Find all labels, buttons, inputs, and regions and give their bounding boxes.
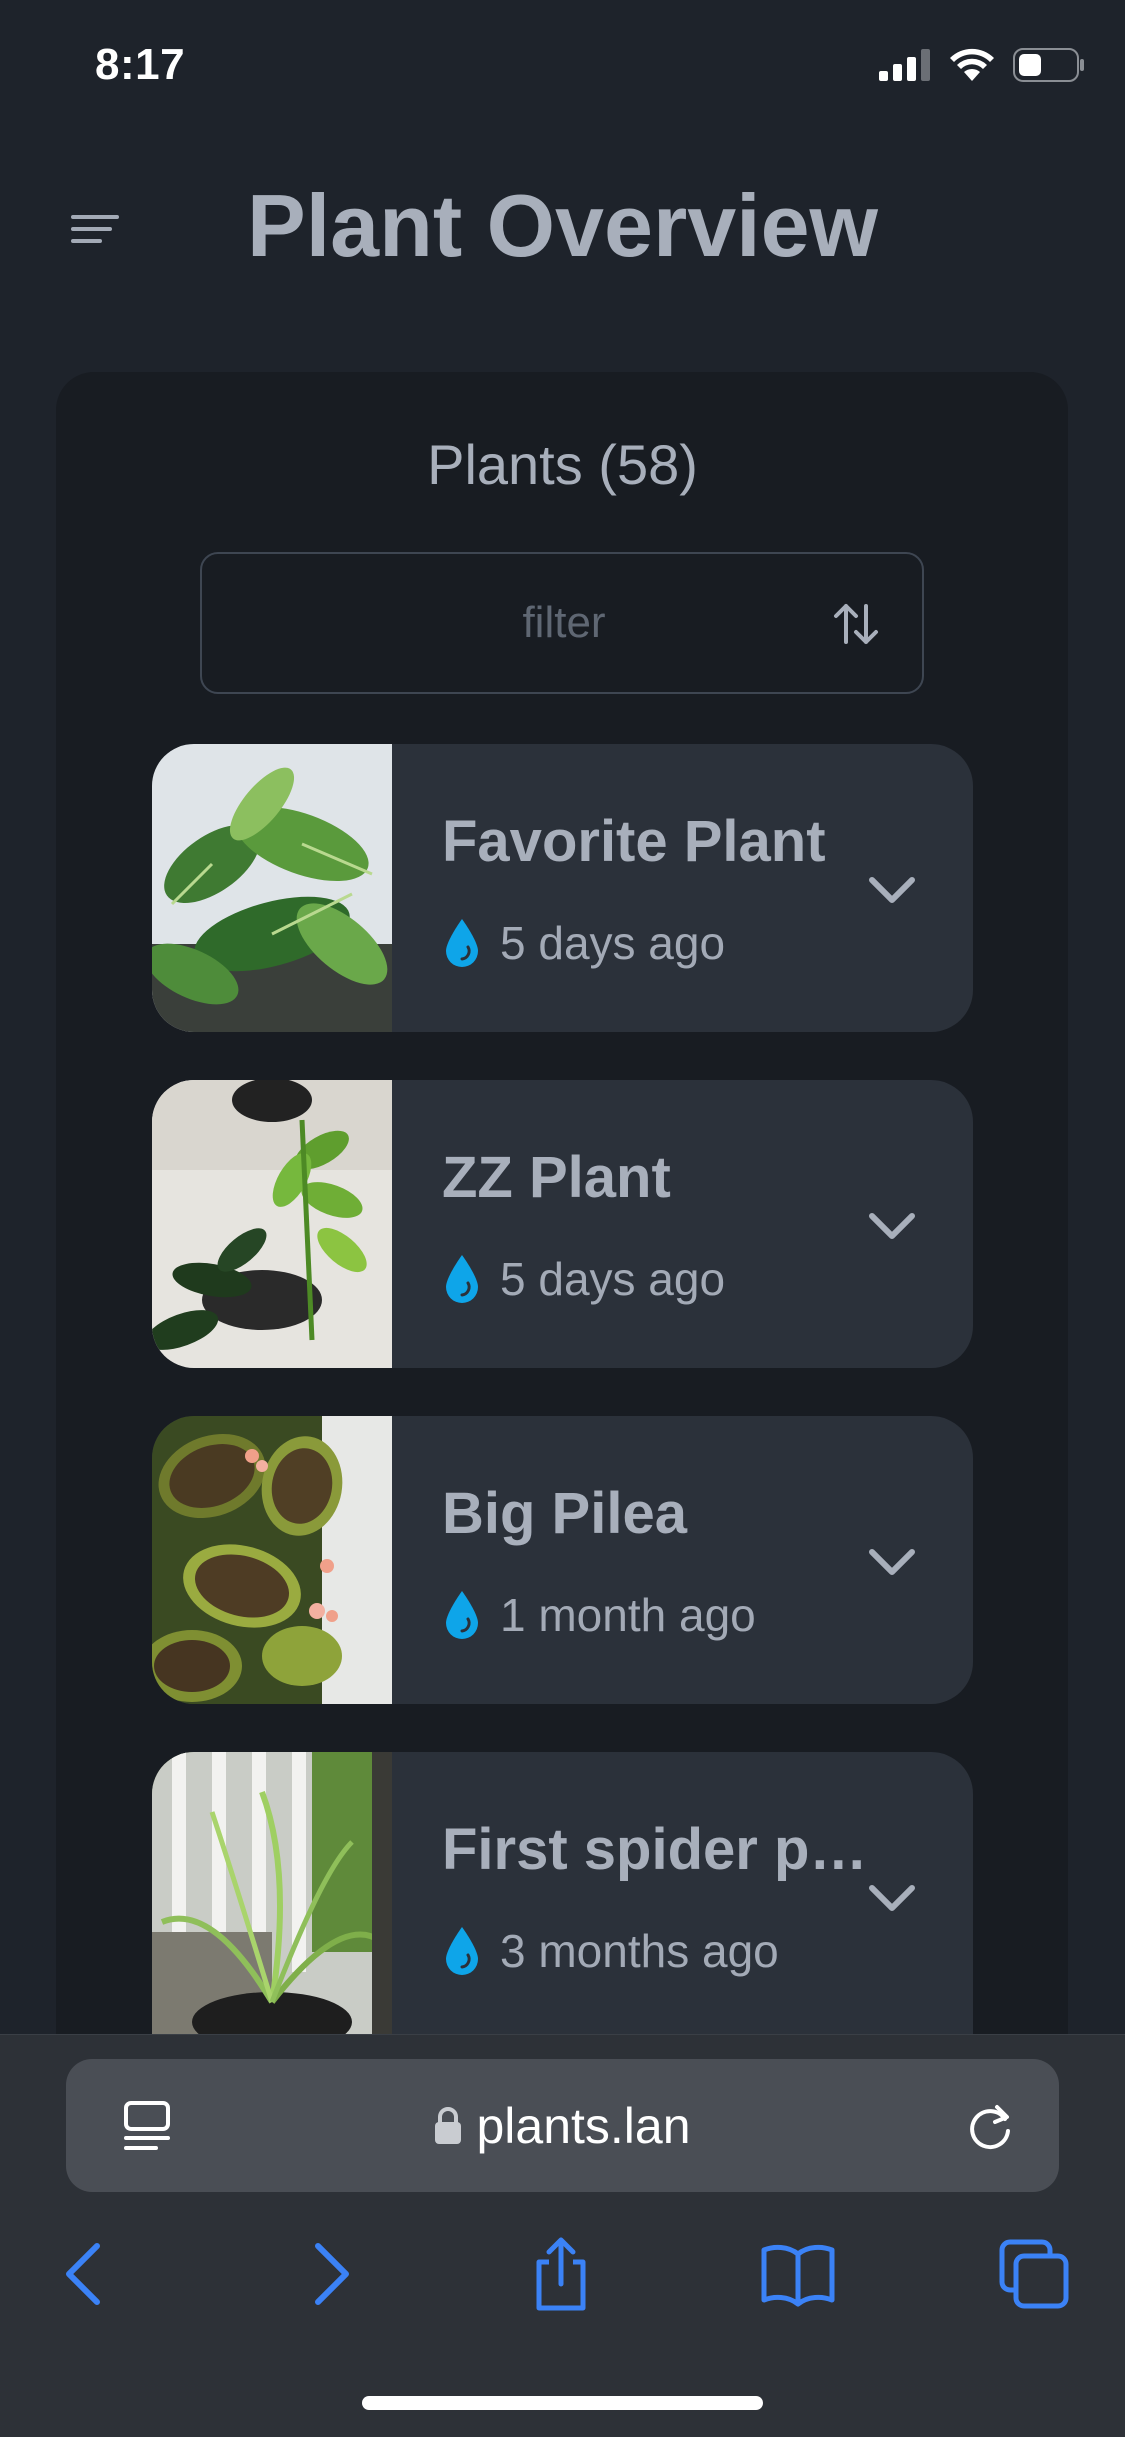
forward-icon[interactable] (288, 2234, 368, 2314)
back-icon[interactable] (47, 2234, 127, 2314)
watered-time: 5 days ago (500, 1253, 726, 1305)
watered-time: 1 month ago (500, 1589, 756, 1641)
plant-card[interactable]: ZZ Plant 5 days ago (152, 1080, 973, 1368)
home-indicator (362, 2396, 763, 2410)
url-display: plants.lan (66, 2059, 1059, 2192)
sort-arrows-icon (834, 604, 878, 644)
battery-icon (1013, 48, 1084, 82)
plant-card[interactable]: Big Pilea 1 month ago (152, 1416, 973, 1704)
chevron-down-icon (869, 1213, 915, 1239)
plant-photo (152, 1416, 392, 1704)
lock-icon (435, 2106, 462, 2144)
expand-button[interactable] (864, 862, 920, 918)
plant-watered: 1 month ago (442, 1588, 756, 1642)
plant-photo (152, 744, 392, 1032)
plants-count-heading: Plants (58) (427, 433, 698, 496)
tabs-icon[interactable] (994, 2234, 1074, 2314)
page-title: Plant Overview (247, 176, 878, 275)
plant-card[interactable]: First spider plant 3 months ago (152, 1752, 973, 2034)
plant-watered: 5 days ago (442, 1252, 725, 1306)
water-drop-icon (446, 1255, 478, 1303)
plant-photo (152, 1752, 392, 2034)
url-text: plants.lan (476, 2097, 691, 2154)
chevron-down-icon (869, 877, 915, 903)
status-bar: 8:17 (0, 0, 1125, 135)
status-time: 8:17 (95, 40, 186, 89)
bookmarks-icon[interactable] (758, 2234, 838, 2314)
status-icons (879, 48, 1085, 82)
plant-name: ZZ Plant (442, 1145, 671, 1210)
chevron-down-icon (869, 1885, 915, 1911)
chevron-down-icon (869, 1549, 915, 1575)
wifi-icon (950, 48, 994, 81)
expand-button[interactable] (864, 1870, 920, 1926)
plant-name: Big Pilea (442, 1481, 687, 1546)
plant-photo (152, 1080, 392, 1368)
signal-icon (879, 49, 930, 81)
reload-icon[interactable] (961, 2097, 1019, 2155)
plant-card[interactable]: Favorite Plant 5 days ago (152, 744, 973, 1032)
water-drop-icon (446, 1927, 478, 1975)
filter-box (200, 552, 926, 694)
sort-button[interactable] (830, 598, 882, 650)
plant-watered: 3 months ago (442, 1924, 779, 1978)
watered-time: 3 months ago (500, 1925, 779, 1977)
plant-name: First spider plant (442, 1817, 872, 1882)
water-drop-icon (446, 919, 478, 967)
filter-input[interactable] (202, 554, 926, 692)
watered-time: 5 days ago (500, 917, 726, 969)
share-icon[interactable] (521, 2234, 601, 2314)
expand-button[interactable] (864, 1198, 920, 1254)
plant-name: Favorite Plant (442, 809, 826, 874)
plant-watered: 5 days ago (442, 916, 725, 970)
expand-button[interactable] (864, 1534, 920, 1590)
water-drop-icon (446, 1591, 478, 1639)
address-bar[interactable]: plants.lan (66, 2059, 1059, 2192)
